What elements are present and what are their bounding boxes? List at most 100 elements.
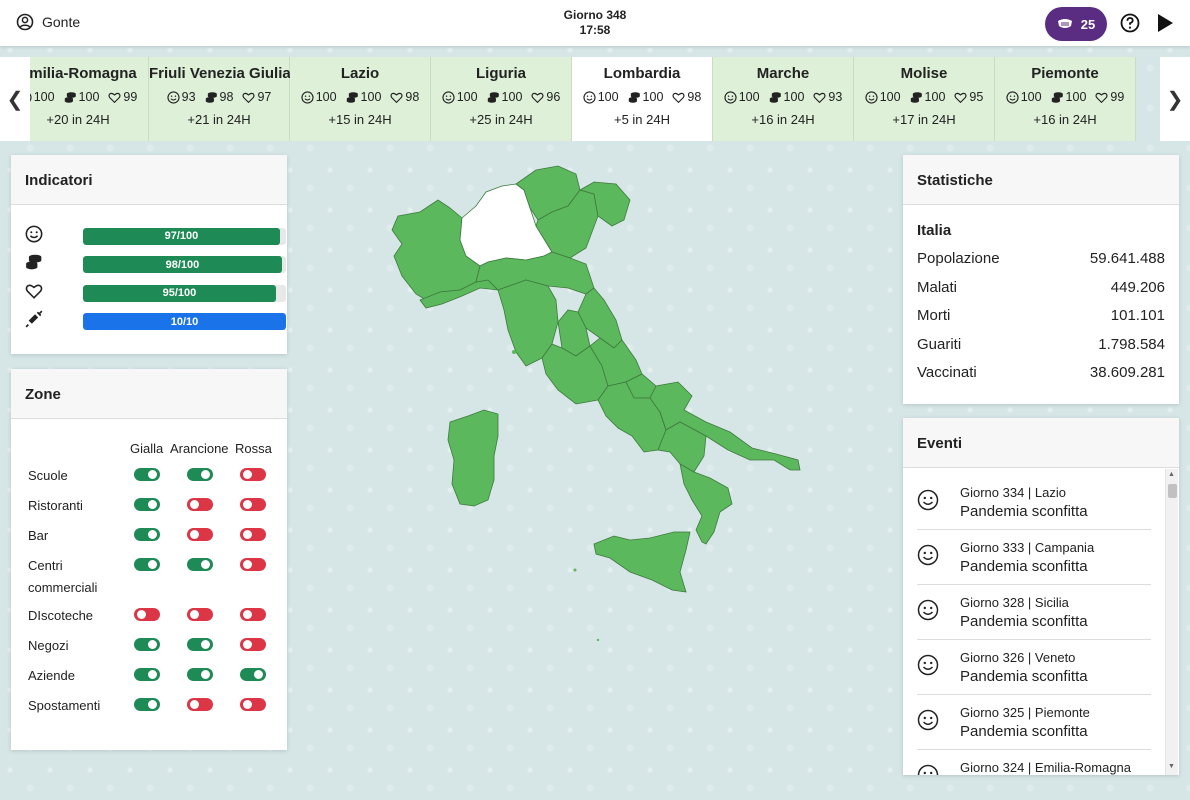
mask-counter-button[interactable]: 25 bbox=[1045, 7, 1107, 41]
stat-label: Vaccinati bbox=[917, 364, 977, 381]
regions-list: Emilia-Romagna 100 100 99 +20 in 24H Fri… bbox=[30, 57, 1136, 141]
region-card[interactable]: Piemonte 100 100 99 +16 in 24H bbox=[995, 57, 1136, 141]
region-sicilia[interactable] bbox=[593, 531, 691, 593]
events-scrollbar[interactable]: ▲ ▼ bbox=[1165, 469, 1178, 775]
region-delta: +20 in 24H bbox=[46, 112, 110, 127]
event-item[interactable]: Giorno 325 | Piemonte Pandemia sconfitta bbox=[917, 695, 1151, 750]
event-meta: Giorno 325 | Piemonte bbox=[960, 705, 1090, 720]
heart-icon bbox=[108, 91, 121, 104]
smile-icon bbox=[30, 91, 32, 104]
zone-toggle[interactable] bbox=[240, 558, 266, 571]
stat-row: Guariti 1.798.584 bbox=[917, 336, 1165, 353]
zone-toggle[interactable] bbox=[187, 528, 213, 541]
zone-toggle[interactable] bbox=[240, 638, 266, 651]
events-list[interactable]: Giorno 334 | Lazio Pandemia sconfitta Gi… bbox=[903, 469, 1179, 775]
zones-panel: Zone Gialla Arancione Rossa Scuole Ristor… bbox=[11, 369, 287, 750]
coins-icon bbox=[487, 91, 500, 104]
region-card[interactable]: Molise 100 100 95 +17 in 24H bbox=[854, 57, 995, 141]
zone-toggle[interactable] bbox=[240, 698, 266, 711]
coins-icon bbox=[64, 91, 77, 104]
regions-strip: ❮ Emilia-Romagna 100 100 99 +20 in 24H F… bbox=[0, 57, 1190, 141]
indicator-bar: 97/100 bbox=[83, 227, 286, 245]
region-card[interactable]: Liguria 100 100 96 +25 in 24H bbox=[431, 57, 572, 141]
statistics-country: Italia bbox=[917, 222, 952, 239]
indicator-fill: 97/100 bbox=[83, 227, 280, 245]
zone-toggle[interactable] bbox=[134, 498, 160, 511]
zone-toggle[interactable] bbox=[240, 608, 266, 621]
zone-toggle[interactable] bbox=[240, 528, 266, 541]
zone-toggle[interactable] bbox=[240, 498, 266, 511]
top-bar: Gonte Giorno 348 17:58 25 bbox=[0, 0, 1190, 46]
scroll-left-button[interactable]: ❮ bbox=[0, 57, 30, 141]
zone-toggle[interactable] bbox=[187, 638, 213, 651]
zone-toggle[interactable] bbox=[134, 668, 160, 681]
coins-icon bbox=[25, 253, 43, 276]
region-economy: 100 bbox=[769, 90, 804, 104]
region-economy: 100 bbox=[64, 90, 99, 104]
events-title: Eventi bbox=[903, 418, 1179, 468]
event-title: Pandemia sconfitta bbox=[960, 668, 1088, 685]
region-card[interactable]: Lazio 100 100 98 +15 in 24H bbox=[290, 57, 431, 141]
zone-toggle[interactable] bbox=[134, 608, 160, 621]
region-delta: +16 in 24H bbox=[1033, 112, 1097, 127]
coins-icon bbox=[346, 91, 359, 104]
indicators-panel: Indicatori 97/100 98/100 95/100 10/10 bbox=[11, 155, 287, 354]
stat-label: Popolazione bbox=[917, 250, 1000, 267]
zone-toggle[interactable] bbox=[134, 638, 160, 651]
event-item[interactable]: Giorno 333 | Campania Pandemia sconfitta bbox=[917, 530, 1151, 585]
region-delta: +17 in 24H bbox=[892, 112, 956, 127]
indicator-row: 97/100 bbox=[25, 225, 286, 245]
indicators-title: Indicatori bbox=[11, 155, 287, 205]
region-sardegna[interactable] bbox=[447, 409, 499, 507]
event-item[interactable]: Giorno 328 | Sicilia Pandemia sconfitta bbox=[917, 585, 1151, 640]
zone-toggle[interactable] bbox=[134, 558, 160, 571]
zone-toggle[interactable] bbox=[134, 528, 160, 541]
zone-row-label: Aziende bbox=[28, 668, 75, 683]
stat-row: Popolazione 59.641.488 bbox=[917, 250, 1165, 267]
help-button[interactable] bbox=[1120, 13, 1140, 38]
zone-toggle[interactable] bbox=[187, 468, 213, 481]
scroll-right-button[interactable]: ❯ bbox=[1160, 57, 1190, 141]
event-meta: Giorno 334 | Lazio bbox=[960, 485, 1066, 500]
zone-toggle[interactable] bbox=[187, 608, 213, 621]
event-title: Pandemia sconfitta bbox=[960, 723, 1088, 740]
region-card[interactable]: Friuli Venezia Giulia 93 98 97 +21 in 24… bbox=[149, 57, 291, 141]
region-card[interactable]: Lombardia 100 100 98 +5 in 24H bbox=[572, 57, 713, 141]
region-economy: 100 bbox=[487, 90, 522, 104]
region-stats: 100 100 93 bbox=[713, 90, 853, 104]
events-scroll-thumb[interactable] bbox=[1168, 484, 1177, 498]
event-title: Pandemia sconfitta bbox=[960, 558, 1088, 575]
smile-icon bbox=[917, 709, 939, 736]
smile-icon bbox=[583, 90, 596, 104]
smile-icon bbox=[1006, 90, 1019, 104]
region-card[interactable]: Emilia-Romagna 100 100 99 +20 in 24H bbox=[30, 57, 149, 141]
zone-toggle[interactable] bbox=[187, 558, 213, 571]
stat-value: 1.798.584 bbox=[1098, 335, 1165, 353]
stat-label: Morti bbox=[917, 307, 951, 324]
event-item[interactable]: Giorno 324 | Emilia-Romagna Pandemia sco… bbox=[917, 750, 1151, 775]
play-button[interactable] bbox=[1156, 13, 1174, 38]
event-item[interactable]: Giorno 334 | Lazio Pandemia sconfitta bbox=[917, 475, 1151, 530]
region-name: Lazio bbox=[340, 65, 380, 82]
zone-toggle[interactable] bbox=[187, 698, 213, 711]
game-clock: Giorno 348 17:58 bbox=[0, 8, 1190, 38]
zone-toggle[interactable] bbox=[240, 668, 266, 681]
help-icon bbox=[1120, 13, 1140, 33]
smile-icon bbox=[917, 544, 939, 571]
zone-toggle[interactable] bbox=[187, 498, 213, 511]
region-card[interactable]: Marche 100 100 93 +16 in 24H bbox=[713, 57, 854, 141]
zone-toggle[interactable] bbox=[240, 468, 266, 481]
zone-toggle[interactable] bbox=[134, 698, 160, 711]
event-item[interactable]: Giorno 326 | Veneto Pandemia sconfitta bbox=[917, 640, 1151, 695]
scroll-down-arrow-icon[interactable]: ▼ bbox=[1168, 763, 1175, 770]
zone-toggle[interactable] bbox=[187, 668, 213, 681]
indicator-fill: 95/100 bbox=[83, 284, 276, 302]
region-delta: +21 in 24H bbox=[187, 112, 251, 127]
stat-row: Vaccinati 38.609.281 bbox=[917, 364, 1165, 381]
region-stats: 100 100 98 bbox=[290, 90, 430, 104]
zone-row-label: Ristoranti bbox=[28, 498, 83, 513]
scroll-up-arrow-icon[interactable]: ▲ bbox=[1168, 471, 1175, 478]
smile-icon bbox=[865, 90, 878, 104]
zone-toggle[interactable] bbox=[134, 468, 160, 481]
smile-icon bbox=[917, 599, 939, 626]
